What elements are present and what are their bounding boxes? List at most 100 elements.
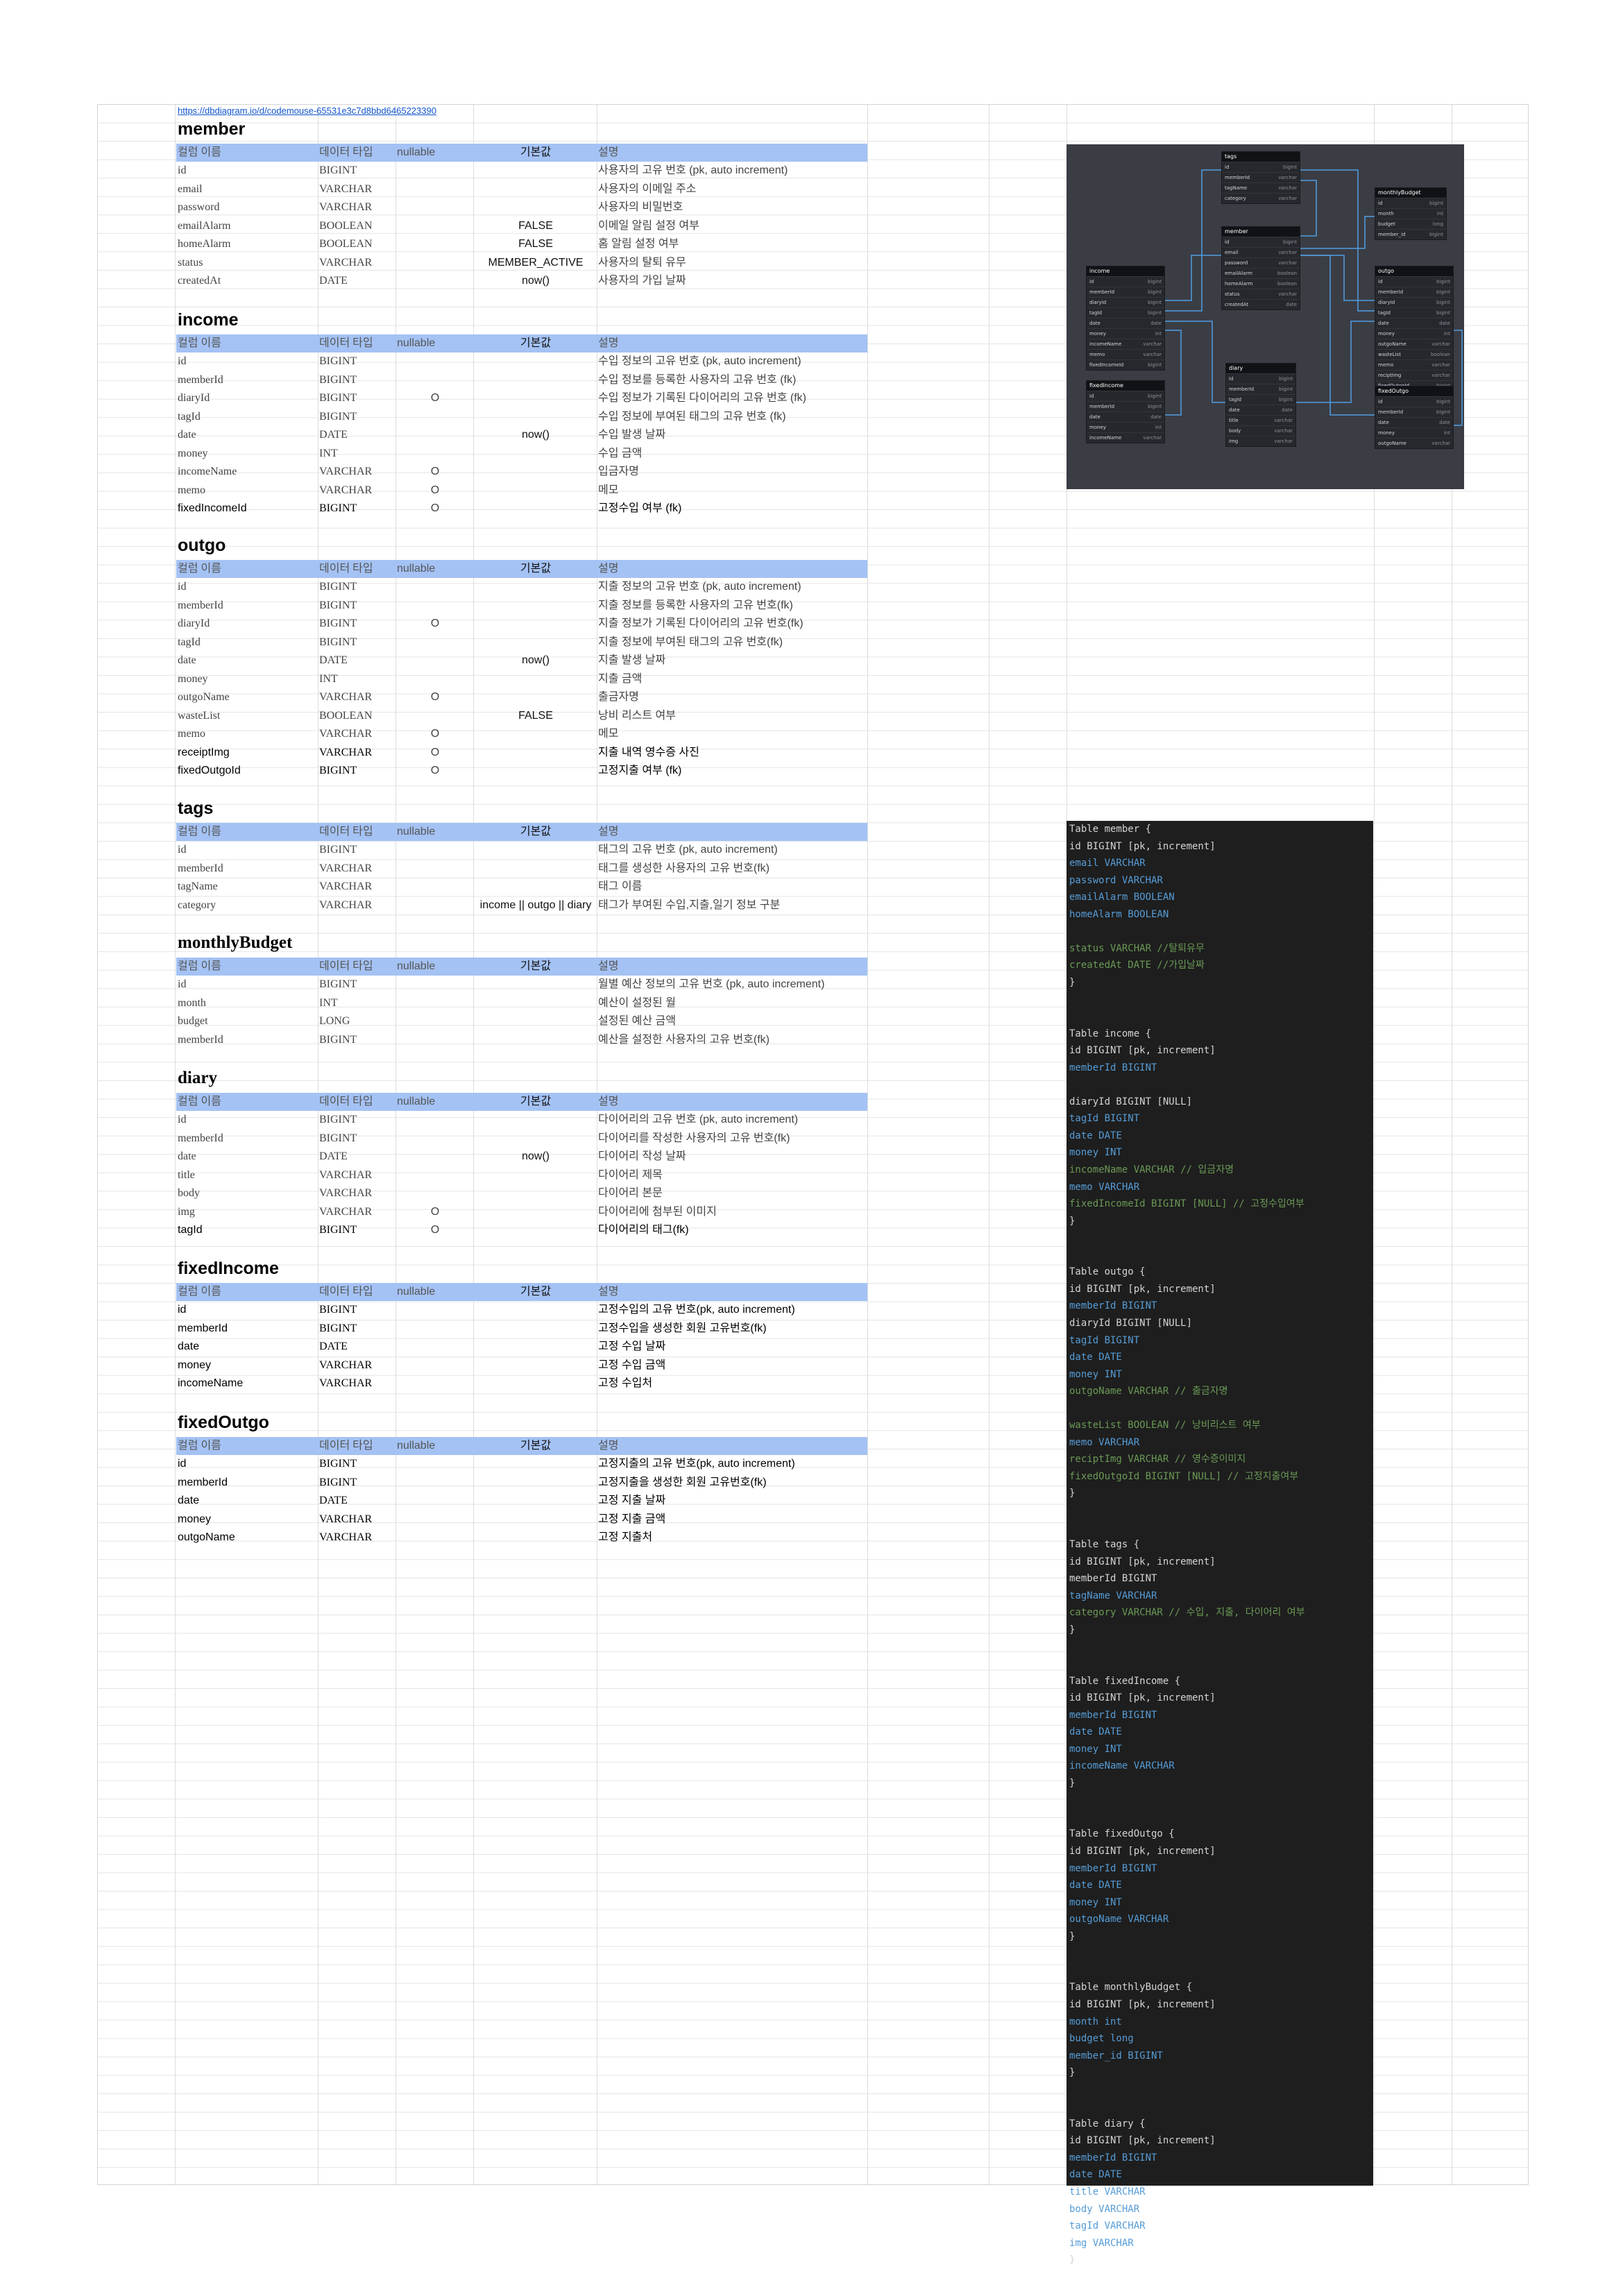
er-field: tagName varchar bbox=[1222, 182, 1300, 193]
cell-default: now() bbox=[521, 429, 550, 441]
cell-type: BIGINT bbox=[319, 373, 357, 386]
er-field-name: memberId bbox=[1089, 404, 1115, 409]
er-field-type: varchar bbox=[1278, 291, 1297, 297]
table-row: diaryId BIGINT O 지출 정보가 기록된 다이어리의 고유 번호(fk) bbox=[176, 615, 867, 633]
table-row: id BIGINT 태그의 고유 번호 (pk, auto increment) bbox=[176, 841, 867, 860]
table-row: title VARCHAR 다이어리 제목 bbox=[176, 1166, 867, 1185]
er-field: memo varchar bbox=[1087, 349, 1164, 359]
cell-type: BOOLEAN bbox=[319, 219, 373, 232]
table-row: memberId BIGINT 고정수입을 생성한 회원 고유번호(fk) bbox=[176, 1320, 867, 1338]
cell-nullable: O bbox=[430, 691, 440, 704]
er-field-type: bigint bbox=[1283, 164, 1297, 170]
cell-type: VARCHAR bbox=[319, 1359, 373, 1371]
table-row: body VARCHAR 다이어리 본문 bbox=[176, 1184, 867, 1203]
er-field-type: int bbox=[1436, 211, 1443, 216]
table-monthlyBudget: 컬럼 이름 데이터 타입 nullable 기본값 설명 id BIGINT 월별 예산 정보… bbox=[176, 958, 867, 1049]
cell-nullable: O bbox=[430, 484, 440, 496]
header-cell: nullable bbox=[397, 337, 436, 349]
header-cell: nullable bbox=[397, 1286, 436, 1298]
table-header: 컬럼 이름 데이터 타입 nullable 기본값 설명 bbox=[176, 823, 867, 841]
er-field-name: outgoName bbox=[1378, 441, 1407, 446]
er-field-name: id bbox=[1378, 279, 1383, 284]
er-field-name: budget bbox=[1378, 221, 1395, 227]
code-line: title VARCHAR bbox=[1069, 2186, 1146, 2197]
header-cell: nullable bbox=[397, 563, 436, 575]
er-field-name: img bbox=[1229, 439, 1239, 444]
er-field: member_id bigint bbox=[1375, 229, 1446, 239]
cell-name: fixedOutgoId bbox=[178, 765, 241, 777]
cell-type: BIGINT bbox=[319, 636, 357, 648]
er-field-name: date bbox=[1089, 414, 1101, 420]
code-line: } bbox=[1069, 1488, 1076, 1499]
cell-desc: 다이어리의 고유 번호 (pk, auto increment) bbox=[598, 1114, 799, 1125]
er-field-name: money bbox=[1378, 331, 1395, 337]
code-line: password VARCHAR bbox=[1069, 875, 1163, 886]
header-cell: 기본값 bbox=[520, 563, 552, 575]
er-relation-line bbox=[1164, 255, 1221, 301]
cell-default: now() bbox=[521, 275, 550, 287]
cell-type: BIGINT bbox=[319, 1033, 357, 1046]
table-row: category VARCHAR income || outgo || diary 태… bbox=[176, 896, 867, 915]
er-field: date date bbox=[1087, 318, 1164, 328]
code-line: memo VARCHAR bbox=[1069, 1182, 1140, 1193]
table-row: email VARCHAR 사용자의 이메일 주소 bbox=[176, 180, 867, 199]
cell-name: homeAlarm bbox=[178, 238, 231, 250]
er-field-name: id bbox=[1089, 279, 1094, 284]
cell-desc: 태그가 부여된 수입,지출,일기 정보 구분 bbox=[598, 899, 781, 911]
er-field-type: varchar bbox=[1274, 428, 1293, 434]
cell-desc: 지출 정보의 고유 번호 (pk, auto increment) bbox=[598, 581, 801, 593]
header-cell: 기본값 bbox=[520, 1286, 552, 1298]
cell-name: money bbox=[178, 447, 208, 459]
cell-desc: 수입 정보를 등록한 사용자의 고유 번호 (fk) bbox=[598, 373, 797, 386]
cell-desc: 고정 지출처 bbox=[598, 1531, 653, 1544]
er-field-type: varchar bbox=[1143, 352, 1162, 357]
table-row: id BIGINT 수입 정보의 고유 번호 (pk, auto increment… bbox=[176, 352, 867, 371]
code-line: outgoName VARCHAR // 출금자명 bbox=[1069, 1386, 1228, 1397]
er-field-name: outgoName bbox=[1378, 341, 1407, 347]
cell-desc: 메모 bbox=[598, 728, 619, 740]
er-field: memberId bigint bbox=[1087, 287, 1164, 297]
cell-type: DATE bbox=[319, 654, 348, 667]
header-cell: 설명 bbox=[598, 1286, 619, 1298]
er-field-name: memo bbox=[1378, 362, 1394, 368]
code-line: Table monthlyBudget { bbox=[1069, 1982, 1193, 1993]
table-row: memberId VARCHAR 태그를 생성한 사용자의 고유 번호(fk) bbox=[176, 860, 867, 878]
er-field-name: tagId bbox=[1378, 310, 1391, 316]
table-row: id BIGINT 월별 예산 정보의 고유 번호 (pk, auto increm… bbox=[176, 976, 867, 994]
er-field: status varchar bbox=[1222, 289, 1300, 299]
er-field-type: bigint bbox=[1279, 397, 1293, 402]
table-row: homeAlarm BOOLEAN FALSE 홈 알림 설정 여부 bbox=[176, 235, 867, 254]
er-field: money int bbox=[1087, 422, 1164, 432]
cell-name: tagId bbox=[178, 636, 201, 648]
er-field-name: id bbox=[1225, 164, 1230, 170]
er-field: id bigint bbox=[1087, 276, 1164, 287]
header-cell: 컬럼 이름 bbox=[178, 146, 221, 158]
table-row: id BIGINT 다이어리의 고유 번호 (pk, auto increment) bbox=[176, 1111, 867, 1130]
code-line: } bbox=[1069, 977, 1076, 988]
er-field-name: diaryId bbox=[1089, 300, 1107, 305]
er-field-name: emailAlarm bbox=[1225, 271, 1252, 276]
cell-nullable: O bbox=[430, 765, 440, 777]
table-outgo: 컬럼 이름 데이터 타입 nullable 기본값 설명 id BIGINT 지출 정보의 고… bbox=[176, 560, 867, 781]
cell-type: INT bbox=[319, 447, 338, 459]
code-line: id BIGINT [pk, increment] bbox=[1069, 1284, 1216, 1295]
cell-desc: 월별 예산 정보의 고유 번호 (pk, auto increment) bbox=[598, 978, 825, 990]
dbdiagram-link[interactable]: https://dbdiagram.io/d/codemouse-65531e3… bbox=[178, 105, 436, 116]
header-cell: 데이터 타입 bbox=[319, 146, 373, 158]
er-field: incomeName varchar bbox=[1087, 339, 1164, 349]
code-line: fixedIncomeId BIGINT [NULL] // 고정수입여부 bbox=[1069, 1198, 1305, 1209]
section-title-fixedOutgo: fixedOutgo bbox=[178, 1413, 269, 1432]
cell-name: date bbox=[178, 1150, 196, 1163]
er-field-name: body bbox=[1229, 428, 1241, 434]
cell-name: memberId bbox=[178, 1322, 228, 1334]
cell-name: diaryId bbox=[178, 392, 210, 405]
cell-desc: 수입 정보의 고유 번호 (pk, auto increment) bbox=[598, 355, 801, 367]
header-cell: 설명 bbox=[598, 563, 619, 575]
cell-name: month bbox=[178, 996, 206, 1009]
cell-name: id bbox=[178, 844, 187, 856]
er-field-name: title bbox=[1229, 418, 1239, 423]
er-field-type: bigint bbox=[1436, 300, 1450, 305]
er-field-name: date bbox=[1089, 321, 1101, 326]
table-row: memberId BIGINT 수입 정보를 등록한 사용자의 고유 번호 (fk) bbox=[176, 371, 867, 390]
header-cell: 컬럼 이름 bbox=[178, 1096, 221, 1107]
